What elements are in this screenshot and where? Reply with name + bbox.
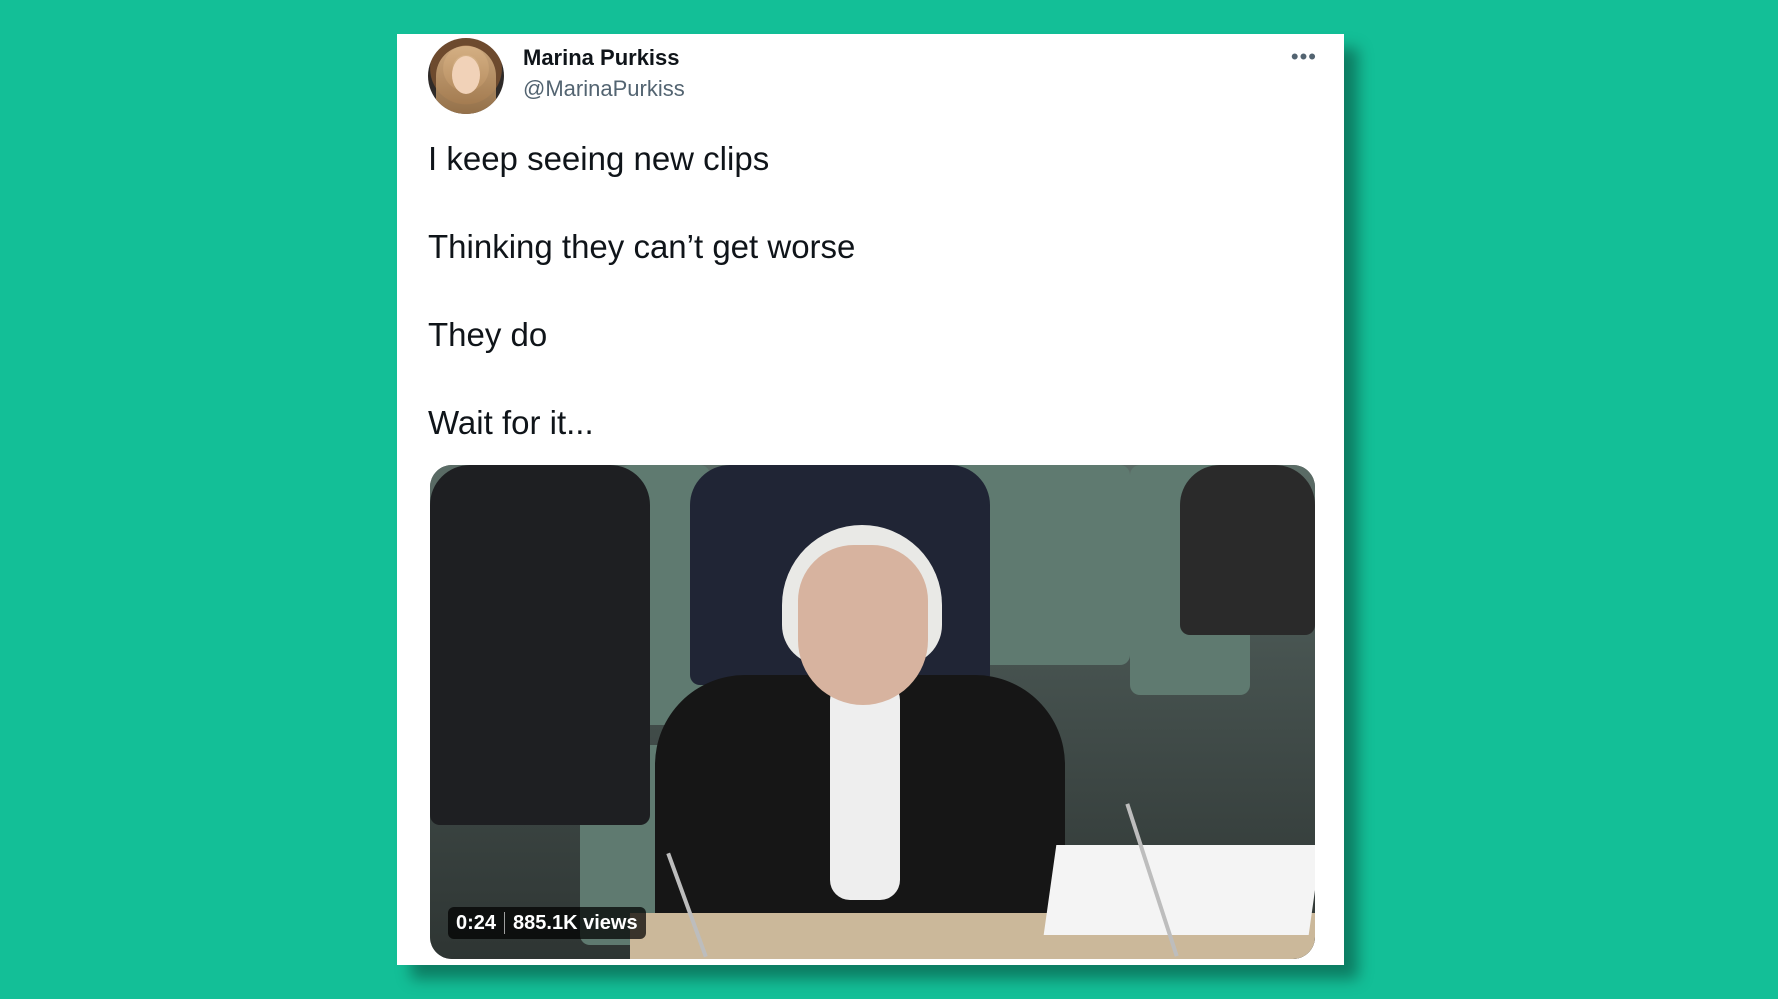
avatar[interactable] (428, 38, 504, 114)
tweet-line-2: Thinking they can’t get worse (428, 228, 856, 265)
video-stats-badge: 0:24 885.1K views (448, 907, 646, 939)
tweet-line-1: I keep seeing new clips (428, 140, 770, 177)
video-views: 885.1K views (513, 911, 638, 934)
badge-divider (504, 912, 506, 934)
video-person-right (1180, 465, 1315, 635)
video-person-left (430, 465, 650, 825)
video-player[interactable]: 0:24 885.1K views (430, 465, 1315, 959)
author-name[interactable]: Marina Purkiss (523, 45, 680, 71)
video-main-person-shirt (830, 680, 900, 900)
tweet-line-4: Wait for it... (428, 404, 594, 441)
author-handle[interactable]: @MarinaPurkiss (523, 76, 685, 102)
tweet-line-3: They do (428, 316, 548, 353)
tweet-card: Marina Purkiss @MarinaPurkiss ••• I keep… (397, 34, 1344, 965)
video-papers (1043, 845, 1315, 935)
avatar-face (452, 56, 480, 94)
video-duration: 0:24 (456, 911, 497, 934)
video-main-person-face (798, 545, 928, 705)
more-options-icon[interactable]: ••• (1291, 44, 1317, 70)
